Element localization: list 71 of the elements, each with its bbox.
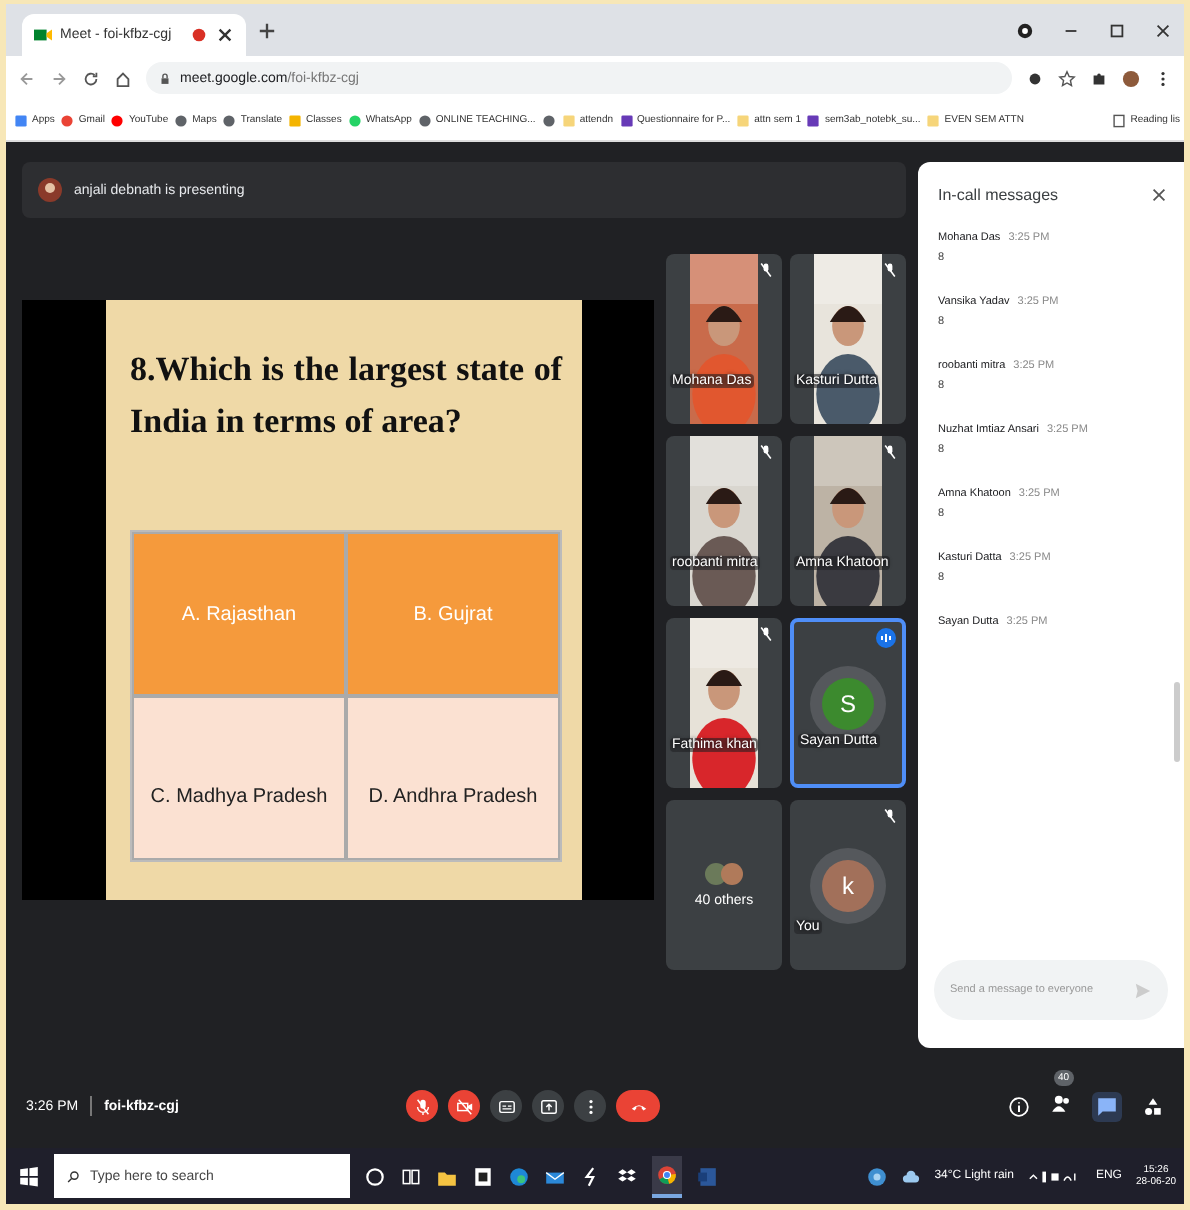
answer-option: C. Madhya Pradesh [132,696,346,860]
square-bookmark-icon [619,113,634,127]
maximize-icon[interactable] [1108,21,1126,39]
round-bookmark-icon [222,113,237,127]
mic-off-icon [758,444,774,460]
present-button[interactable] [532,1090,564,1122]
activities-icon[interactable] [1142,1095,1164,1117]
bookmark-button[interactable] [541,113,556,127]
chat-icon[interactable] [1092,1091,1122,1121]
camera-button[interactable] [448,1090,480,1122]
mic-off-icon [758,262,774,278]
people-icon [1050,1092,1072,1114]
close-icon[interactable] [216,26,234,44]
profile-avatar[interactable] [1122,69,1140,87]
square-bookmark-icon [926,113,941,127]
task-view-icon[interactable] [400,1165,422,1187]
chrome-taskbar-button[interactable] [652,1155,682,1197]
chat-title: In-call messages [938,186,1059,204]
answer-option: D. Andhra Pradesh [346,696,560,860]
answer-option: A. Rajasthan [132,532,346,696]
round-bookmark-icon [60,113,75,127]
round-bookmark-icon [417,113,432,127]
round-bookmark-icon [347,113,362,127]
more-button[interactable] [574,1090,606,1122]
close-icon[interactable] [1154,21,1172,39]
back-icon[interactable] [18,69,36,87]
captions-icon [497,1097,515,1115]
info-icon[interactable] [1008,1095,1030,1117]
captions-button[interactable] [490,1090,522,1122]
star-icon[interactable] [1058,69,1076,87]
edge-icon[interactable] [508,1165,530,1187]
new-tab-icon[interactable] [258,21,276,39]
dropbox-icon[interactable] [616,1165,638,1187]
mic-icon [413,1097,431,1115]
square-bookmark-icon [288,113,303,127]
avatar: S [822,677,874,729]
mic-off-icon [882,444,898,460]
windows-logo-icon[interactable] [18,1165,40,1187]
presenter-avatar [38,178,62,202]
mic-off-icon [882,808,898,824]
square-bookmark-icon [806,113,821,127]
answer-option: B. Gujrat [346,532,560,696]
mic-button[interactable] [406,1090,438,1122]
home-icon[interactable] [114,69,132,87]
mic-off-icon [758,626,774,642]
avatar-group-icon [704,862,744,886]
meet-icon [34,26,52,44]
present-icon [539,1097,557,1115]
avatar: k [822,859,874,911]
close-icon[interactable] [1150,186,1168,204]
recording-icon [190,26,208,44]
cortana-icon[interactable] [364,1165,386,1187]
camera-icon [455,1097,473,1115]
lock-icon [158,71,172,85]
round-bookmark-icon [541,113,556,127]
cloud-icon [902,1167,921,1185]
mic-off-icon [882,262,898,278]
search-icon [66,1169,80,1183]
hangup-button[interactable] [616,1090,660,1122]
forward-icon[interactable] [50,69,68,87]
reload-icon[interactable] [82,69,100,87]
square-bookmark-icon [561,113,576,127]
square-bookmark-icon [736,113,751,127]
chrome-icon [656,1163,678,1185]
square-bookmark-icon [14,113,28,127]
reading-list-icon [1112,113,1127,127]
tray-icons-drawing[interactable] [1027,1167,1082,1185]
round-bookmark-icon [174,113,189,127]
slide-question: 8.Which is the largest state of India in terms of area? [130,348,562,443]
round-bookmark-icon [110,113,125,127]
speaking-icon [876,628,896,648]
